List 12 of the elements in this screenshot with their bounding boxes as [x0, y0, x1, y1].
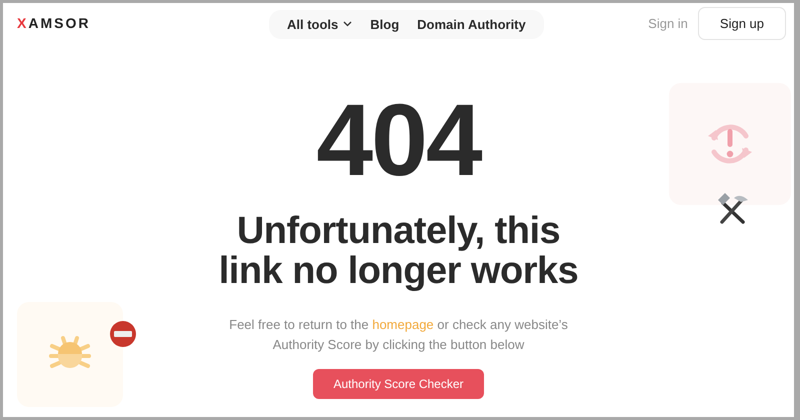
nav-link[interactable]: Domain Authority	[417, 16, 526, 32]
no-entry-icon	[109, 320, 137, 348]
message-text: Feel free to return to the homepage or check any website’s Authority Score by clicking the button below	[228, 316, 569, 354]
error-code: 404	[316, 89, 481, 191]
sign-up-button[interactable]: Sign up	[698, 6, 786, 40]
nav-link[interactable]: Blog	[370, 16, 400, 32]
headline: Unfortunately, this	[236, 211, 560, 251]
checker-button[interactable]: Authority Score Checker	[313, 369, 484, 399]
headline: link no longer works	[218, 251, 578, 291]
chevron-down-icon	[343, 21, 352, 27]
logo[interactable]: XAMSOR	[17, 15, 269, 31]
nav-link[interactable]: All tools	[287, 16, 352, 32]
